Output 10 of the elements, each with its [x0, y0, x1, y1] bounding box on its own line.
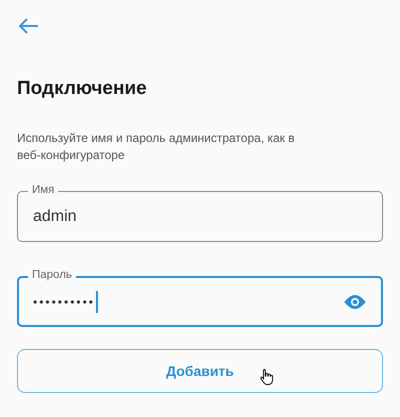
- input-field[interactable]: Имя admin: [17, 184, 383, 242]
- field-value: admin: [33, 208, 77, 226]
- page-title: Подключение: [17, 78, 148, 100]
- field-label: Пароль: [28, 269, 76, 282]
- input-field[interactable]: Пароль ••••••••••: [17, 269, 383, 327]
- eye-icon[interactable]: [343, 294, 367, 310]
- back-arrow-icon[interactable]: [19, 18, 39, 34]
- description-text: Используйте имя и пароль администратора, как в веб-конфигураторе: [17, 130, 296, 164]
- hand-cursor-icon: [260, 368, 274, 386]
- field-value: ••••••••••: [33, 294, 96, 308]
